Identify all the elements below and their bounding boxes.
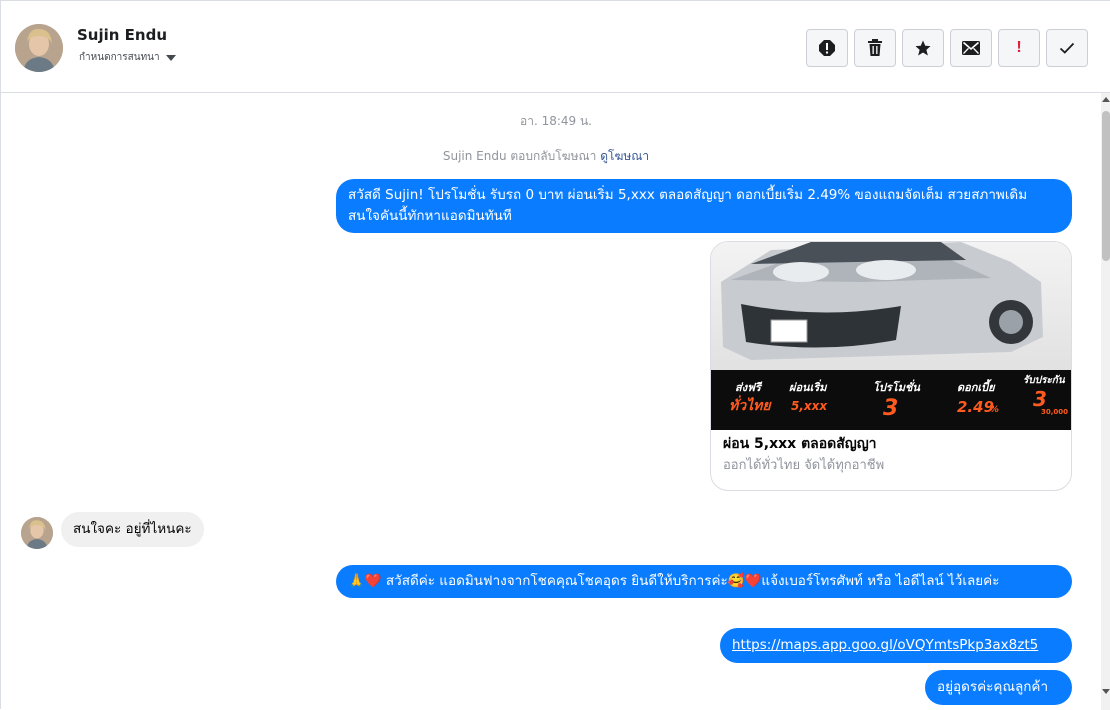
view-ad-link[interactable]: ดูโฆษณา <box>600 149 649 163</box>
contact-name[interactable]: Sujin Endu <box>77 26 167 44</box>
priority-icon: ! <box>1016 39 1022 56</box>
banner-promotion-value: 3 <box>883 396 898 421</box>
inbox-conversation-panel: Sujin Endu กำหนดการสนทนา ! อา. 18:49 น. … <box>0 0 1110 710</box>
caret-down-icon <box>165 55 176 61</box>
outgoing-message[interactable]: อยู่อุดรค่ะคุณลูกค้า <box>925 670 1072 705</box>
assign-conversation-dropdown[interactable]: กำหนดการสนทนา <box>79 50 176 65</box>
map-link[interactable]: https://maps.app.goo.gl/oVQYmtsPkp3ax8zt… <box>732 637 1038 653</box>
ad-card[interactable]: ส่งฟรี ทั่วไทย ผ่อนเริ่ม 5,xxx โปรโมชั่น… <box>710 241 1072 491</box>
sender-avatar <box>21 517 53 549</box>
incoming-message[interactable]: สนใจคะ อยู่ที่ไหนคะ <box>61 512 204 547</box>
ad-card-title: ผ่อน 5,xxx ตลอดสัญญา <box>723 436 877 452</box>
banner-warranty-note: 30,000 <box>1041 408 1068 416</box>
mark-unread-button[interactable] <box>950 29 992 67</box>
banner-promotion-label: โปรโมชั่น <box>873 379 920 394</box>
scroll-up-arrow-icon[interactable] <box>1102 97 1110 102</box>
ad-reply-note: Sujin Endu ตอบกลับโฆษณา ดูโฆษณา <box>1 147 1091 166</box>
mark-done-button[interactable] <box>1046 29 1088 67</box>
banner-installment-value: 5,xxx <box>791 399 828 413</box>
outgoing-message-link[interactable]: https://maps.app.goo.gl/oVQYmtsPkp3ax8zt… <box>720 628 1072 663</box>
banner-interest-value: 2.49 <box>957 398 994 416</box>
delete-button[interactable] <box>854 29 896 67</box>
banner-interest-label: ดอกเบี้ย <box>957 379 996 394</box>
conversation-header: Sujin Endu กำหนดการสนทนา ! <box>1 1 1110 93</box>
avatar[interactable] <box>15 24 63 72</box>
ad-reply-text: Sujin Endu ตอบกลับโฆษณา <box>442 149 597 163</box>
banner-interest-unit: % <box>990 405 999 415</box>
ad-card-subtitle: ออกได้ทั่วไทย จัดได้ทุกอาชีพ <box>723 458 885 473</box>
report-icon <box>818 39 836 57</box>
ad-car-image: ส่งฟรี ทั่วไทย ผ่อนเริ่ม 5,xxx โปรโมชั่น… <box>711 242 1071 430</box>
outgoing-message[interactable]: สวัสดี Sujin! โปรโมชั่น รับรถ 0 บาท ผ่อน… <box>336 179 1072 233</box>
checkmark-icon <box>1059 42 1075 54</box>
envelope-icon <box>962 41 980 55</box>
message-timestamp: อา. 18:49 น. <box>520 114 592 128</box>
star-icon <box>914 39 932 57</box>
conversation-toolbar: ! <box>806 29 1088 67</box>
trash-icon <box>867 39 883 57</box>
banner-warranty-label: รับประกัน <box>1023 374 1066 386</box>
scroll-down-arrow-icon[interactable] <box>1102 689 1110 694</box>
banner-nationwide: ทั่วไทย <box>729 395 772 414</box>
report-spam-button[interactable] <box>806 29 848 67</box>
star-button[interactable] <box>902 29 944 67</box>
banner-free-shipping: ส่งฟรี <box>735 381 763 394</box>
mark-priority-button[interactable]: ! <box>998 29 1040 67</box>
scroll-thumb[interactable] <box>1102 111 1110 261</box>
assign-label: กำหนดการสนทนา <box>79 52 160 63</box>
outgoing-message[interactable]: 🙏❤️ สวัสดีค่ะ แอดมินฟางจากโชคคุณโชคอุดร … <box>336 565 1072 598</box>
message-list-scrollbar[interactable] <box>1101 93 1110 710</box>
banner-installment-label: ผ่อนเริ่ม <box>789 379 828 394</box>
